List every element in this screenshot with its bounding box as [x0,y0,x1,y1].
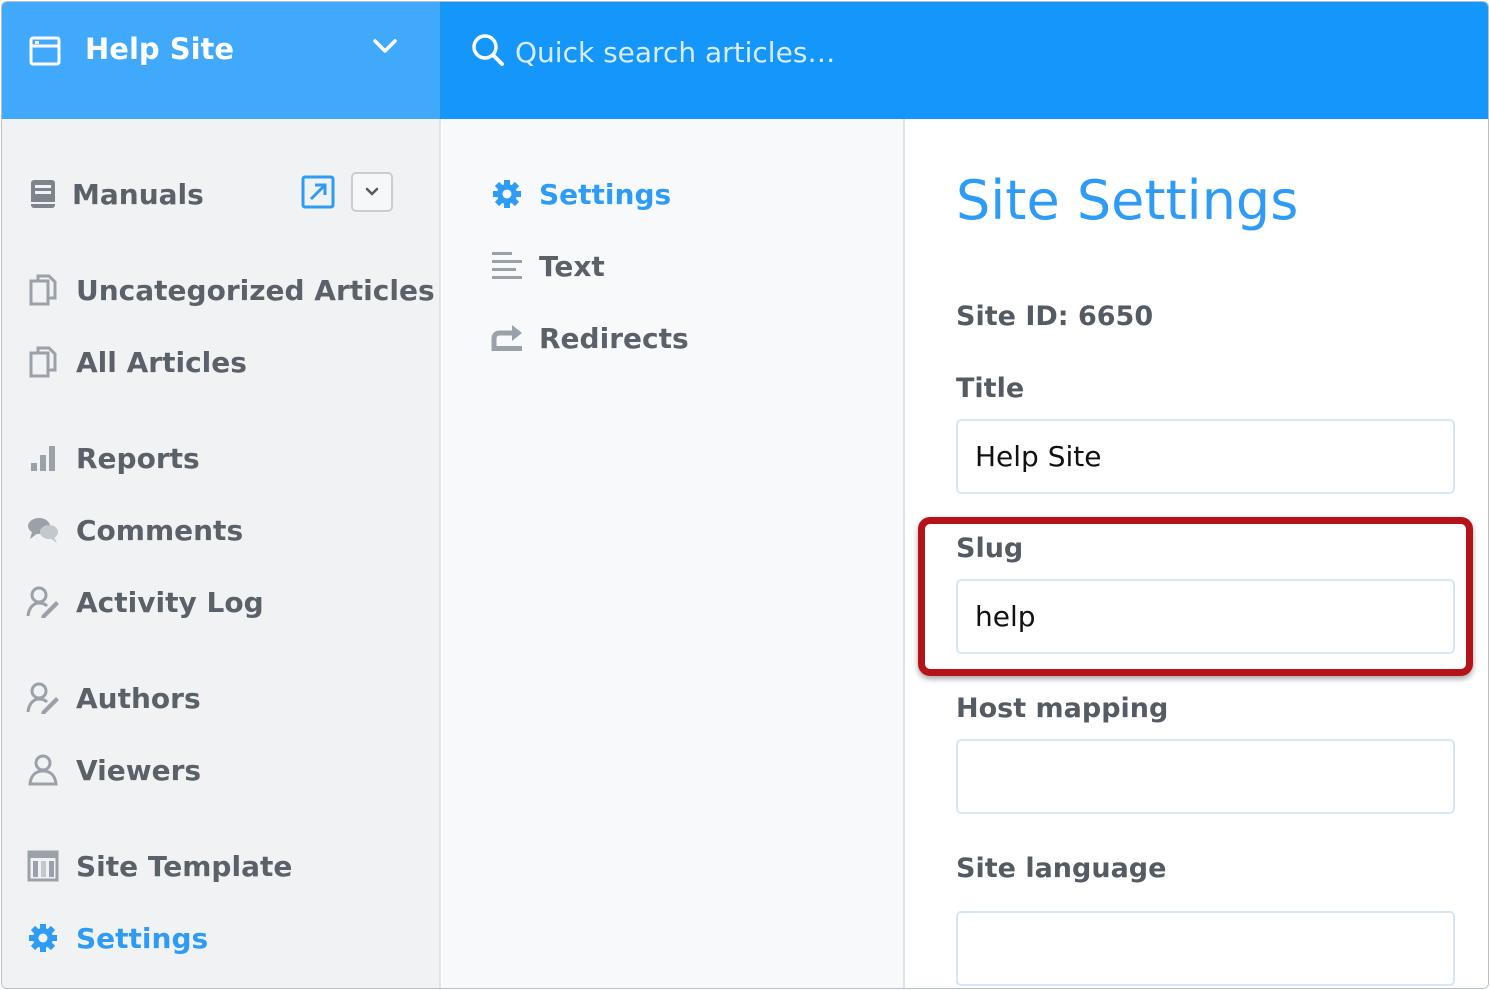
search-icon [472,34,504,66]
external-link-icon[interactable] [301,175,335,209]
sidebar-item-label: Comments [76,513,244,547]
sidebar-item-settings[interactable]: Settings [26,916,208,960]
subnav-item-label: Settings [539,177,672,211]
sidebar-item-comments[interactable]: Comments [26,508,243,552]
sidebar-item-label: Activity Log [76,585,264,619]
sidebar-item-manuals[interactable]: Manuals [26,172,204,216]
chevron-down-icon [365,187,379,196]
site-id: Site ID: 6650 [956,301,1154,332]
text-lines-icon [489,248,525,284]
book-icon [26,177,60,211]
user-edit-icon [26,681,60,715]
sidebar-item-label: Uncategorized Articles [76,273,435,307]
quick-search-input[interactable] [515,30,1415,74]
user-icon [26,753,60,787]
sidebar-item-all-articles[interactable]: All Articles [26,340,247,384]
subnav-item-settings[interactable]: Settings [489,172,671,216]
title-label: Title [956,373,1025,404]
site-settings-panel: Site Settings Site ID: 6650 Title Slug H… [907,119,1488,988]
sidebar-item-label: Authors [76,681,201,715]
subnav-item-label: Text [539,249,605,283]
template-icon [26,849,60,883]
site-name: Help Site [85,32,235,66]
user-edit-icon [26,585,60,619]
sidebar-item-label: Settings [76,921,209,955]
site-language-field[interactable] [956,911,1455,986]
title-field[interactable] [956,419,1455,494]
sidebar: Manuals Uncategorized Articles All Artic… [2,119,441,988]
chat-bubbles-icon [26,513,60,547]
subnav-item-label: Redirects [539,321,689,355]
sidebar-item-label: Site Template [76,849,293,883]
browser-window-icon [29,36,61,66]
bar-chart-icon [26,441,60,475]
settings-subnav: Settings Text Redirects [443,119,905,988]
sidebar-item-uncategorized-articles[interactable]: Uncategorized Articles [26,268,435,312]
sidebar-item-label: All Articles [76,345,247,379]
site-switcher[interactable]: Help Site [2,2,441,119]
sidebar-item-label: Viewers [76,753,202,787]
gear-icon [26,921,60,955]
subnav-item-text[interactable]: Text [489,244,605,288]
sidebar-item-activity-log[interactable]: Activity Log [26,580,264,624]
documents-icon [26,273,60,307]
sidebar-item-label: Manuals [72,177,204,211]
sidebar-item-label: Reports [76,441,200,475]
sidebar-item-authors[interactable]: Authors [26,676,201,720]
site-language-label: Site language [956,853,1167,884]
top-bar [441,2,1488,119]
app-window: Help Site Manuals [1,1,1489,989]
gear-icon [489,176,525,212]
slug-field[interactable] [956,579,1455,654]
documents-icon [26,345,60,379]
subnav-item-redirects[interactable]: Redirects [489,316,689,360]
manuals-dropdown-button[interactable] [351,172,393,212]
chevron-down-icon[interactable] [371,35,399,57]
sidebar-item-viewers[interactable]: Viewers [26,748,201,792]
slug-label: Slug [956,533,1024,564]
sidebar-item-site-template[interactable]: Site Template [26,844,292,888]
host-mapping-label: Host mapping [956,693,1169,724]
page-title: Site Settings [956,169,1299,232]
host-mapping-field[interactable] [956,739,1455,814]
redirect-icon [489,320,525,356]
sidebar-item-reports[interactable]: Reports [26,436,200,480]
